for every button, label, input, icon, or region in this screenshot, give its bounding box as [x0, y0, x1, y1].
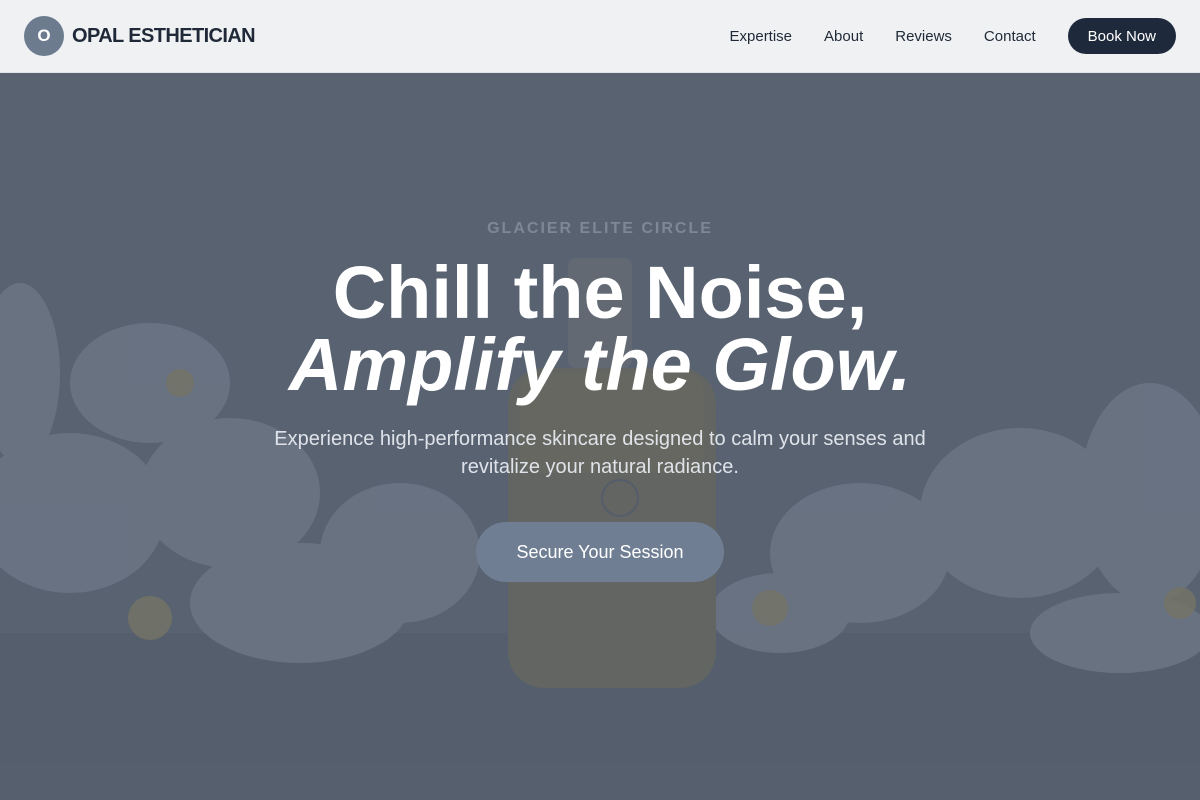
hero-section: GLACIER ELITE CIRCLE Chill the Noise, Am… — [0, 73, 1200, 800]
hero-headline-line1: Chill the Noise, — [332, 251, 868, 334]
nav-link-expertise[interactable]: Expertise — [730, 28, 793, 45]
nav-link-reviews[interactable]: Reviews — [895, 28, 952, 45]
secure-session-button[interactable]: Secure Your Session — [476, 522, 724, 582]
brand-name[interactable]: OPAL ESTHETICIAN — [72, 25, 256, 48]
hero-content: GLACIER ELITE CIRCLE Chill the Noise, Am… — [0, 73, 1200, 800]
book-now-button[interactable]: Book Now — [1067, 18, 1176, 54]
brand[interactable]: O OPAL ESTHETICIAN — [24, 16, 256, 56]
nav-link-contact[interactable]: Contact — [984, 28, 1036, 45]
hero-subtext: Experience high-performance skincare des… — [274, 428, 926, 478]
main-nav: Expertise About Reviews Contact Book Now — [730, 18, 1176, 54]
hero-headline-line2: Amplify the Glow. — [288, 323, 912, 406]
nav-link-about[interactable]: About — [824, 28, 863, 45]
logo-icon[interactable]: O — [24, 16, 64, 56]
hero-eyebrow: GLACIER ELITE CIRCLE — [487, 220, 713, 237]
site-header: O OPAL ESTHETICIAN Expertise About Revie… — [0, 0, 1200, 73]
